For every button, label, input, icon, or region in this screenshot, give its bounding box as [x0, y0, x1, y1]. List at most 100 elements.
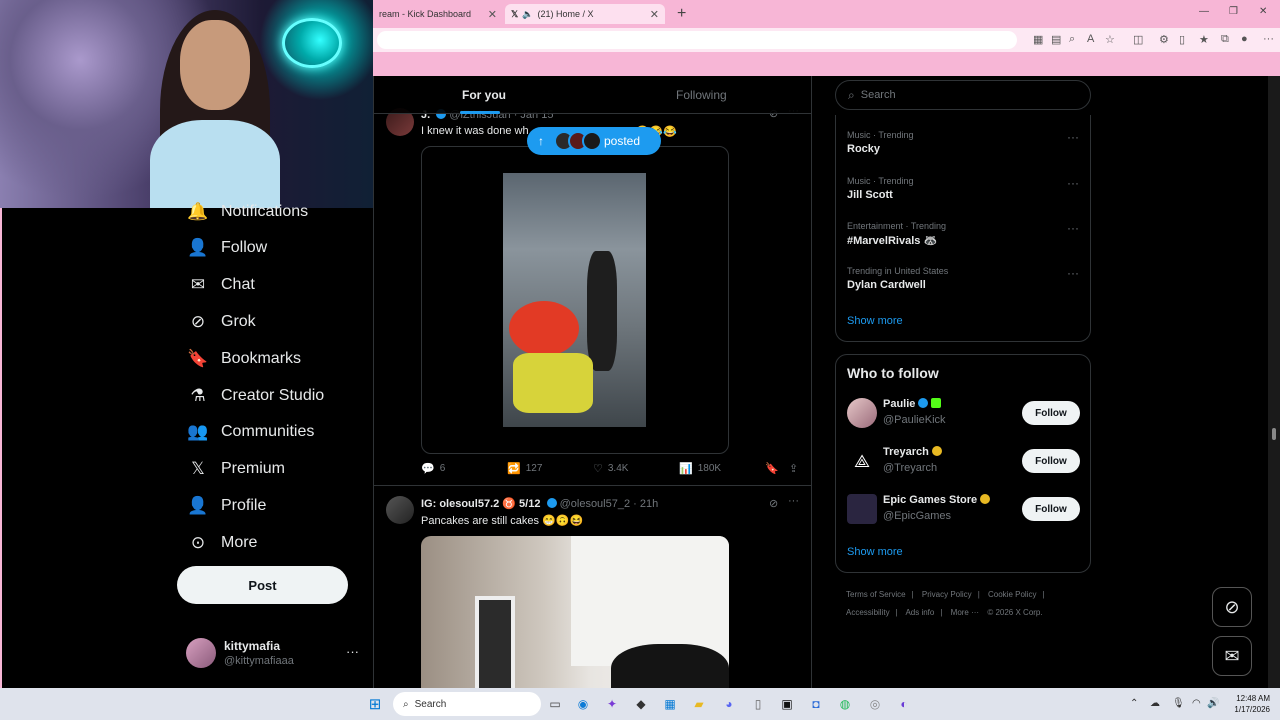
tweet-media[interactable] — [421, 536, 729, 688]
new-posts-pill[interactable]: ↑ posted — [527, 127, 661, 155]
footer-link-cookie[interactable]: Cookie Policy — [988, 590, 1036, 599]
messages-floating-button[interactable]: ✉ — [1212, 636, 1252, 676]
app-icon[interactable]: ◆ — [632, 695, 650, 713]
store-icon[interactable]: ▦ — [661, 695, 679, 713]
collections-icon[interactable]: ⧉ — [1221, 33, 1229, 46]
nav-item-grok[interactable]: ⊘ Grok — [187, 312, 256, 332]
new-tab-button[interactable]: + — [671, 4, 692, 24]
tab-x-home[interactable]: 𝕏 🔈 (21) Home / X ✕ — [505, 4, 665, 24]
trends-show-more-link[interactable]: Show more — [847, 315, 903, 327]
sidebar-icon[interactable]: ▯ — [1179, 33, 1185, 46]
trend-item[interactable]: Music · Trending Jill Scott ··· — [847, 176, 1087, 201]
nav-item-profile[interactable]: 👤 Profile — [187, 496, 266, 516]
suggestion-name[interactable]: Epic Games Store — [883, 494, 991, 506]
nav-item-bookmarks[interactable]: 🔖 Bookmarks — [187, 349, 301, 369]
follow-button[interactable]: Follow — [1022, 449, 1080, 473]
document-icon[interactable]: ▯ — [749, 695, 767, 713]
more-icon[interactable]: ··· — [1067, 221, 1079, 235]
speaker-icon[interactable]: 🔈 — [522, 9, 533, 20]
post-button[interactable]: Post — [177, 566, 348, 604]
app-icon[interactable]: ◘ — [807, 695, 825, 713]
nav-item-premium[interactable]: 𝕏 Premium — [187, 459, 285, 479]
favorites-icon[interactable]: ★ — [1199, 33, 1209, 46]
taskbar-search[interactable]: ⌕ Search — [393, 692, 541, 716]
footer-link-terms[interactable]: Terms of Service — [846, 590, 906, 599]
onedrive-icon[interactable]: ☁ — [1150, 698, 1160, 709]
file-explorer-icon[interactable]: ▰ — [690, 695, 708, 713]
search-input[interactable]: ⌕ Search — [835, 80, 1091, 110]
wifi-icon[interactable]: ◠ — [1192, 698, 1201, 709]
video-player[interactable] — [503, 173, 646, 427]
views-button[interactable]: 📊 180K — [679, 462, 721, 475]
reply-button[interactable]: 💬 6 — [421, 462, 445, 475]
suggestion-name[interactable]: Paulie — [883, 398, 942, 410]
app-icon[interactable]: ◎ — [866, 695, 884, 713]
scrollbar-thumb[interactable] — [1272, 428, 1276, 440]
share-button[interactable]: ⇪ — [789, 462, 803, 475]
taskbar-clock[interactable]: 12:48 AM 1/17/2026 — [1224, 693, 1270, 715]
footer-link-accessibility[interactable]: Accessibility — [846, 608, 890, 617]
volume-icon[interactable]: 🔊 — [1207, 698, 1219, 709]
follow-show-more-link[interactable]: Show more — [847, 546, 903, 558]
follow-suggestion[interactable]: Epic Games Store @EpicGames Follow — [847, 494, 1082, 526]
bookmark-button[interactable]: 🔖 — [765, 462, 784, 475]
app-icon[interactable]: ▣ — [778, 695, 796, 713]
author-handle[interactable]: @olesoul57_2 — [560, 498, 631, 510]
follow-suggestion[interactable]: ⟁ Treyarch @Treyarch Follow — [847, 446, 1082, 478]
more-icon[interactable]: ··· — [346, 644, 359, 659]
author-name[interactable]: IG: olesoul57.2 ♉ 5/12 — [421, 498, 540, 510]
close-icon[interactable]: ✕ — [650, 8, 659, 21]
follow-suggestion[interactable]: Paulie @PaulieKick Follow — [847, 398, 1082, 430]
restore-icon[interactable]: ❐ — [1229, 6, 1238, 17]
nav-item-creator-studio[interactable]: ⚗ Creator Studio — [187, 386, 324, 406]
zoom-icon[interactable]: ⌕ — [1069, 33, 1075, 46]
favorite-star-icon[interactable]: ☆ — [1105, 33, 1115, 46]
task-view-icon[interactable]: ▭ — [546, 695, 564, 713]
epic-games-logo-icon[interactable] — [847, 494, 877, 524]
minimize-icon[interactable]: — — [1199, 6, 1209, 17]
treyarch-logo-icon[interactable]: ⟁ — [847, 446, 877, 476]
tweet-media[interactable] — [421, 146, 729, 454]
like-button[interactable]: ♡ 3.4K — [593, 462, 628, 475]
footer-link-ads-info[interactable]: Ads info — [905, 608, 934, 617]
follow-button[interactable]: Follow — [1022, 497, 1080, 521]
more-icon[interactable]: ··· — [1067, 130, 1079, 144]
nav-item-more[interactable]: ⊙ More — [187, 533, 258, 553]
grok-floating-button[interactable]: ⊘ — [1212, 587, 1252, 627]
discord-icon[interactable]: ◕ — [720, 695, 738, 713]
chevron-up-icon[interactable]: ⌃ — [1130, 698, 1138, 709]
trend-item[interactable]: Entertainment · Trending #MarvelRivals 🦝… — [847, 221, 1087, 247]
close-window-icon[interactable]: ✕ — [1259, 6, 1267, 17]
suggestion-name[interactable]: Treyarch — [883, 446, 942, 458]
spotify-icon[interactable]: ◍ — [836, 695, 854, 713]
microphone-icon[interactable]: 🎙 — [1172, 698, 1185, 709]
nav-item-notifications[interactable]: 🔔 Notifications — [187, 202, 308, 222]
windows-start-icon[interactable]: ⊞ — [366, 695, 384, 713]
edge-browser-icon[interactable]: ◉ — [574, 695, 592, 713]
profile-icon[interactable]: ● — [1241, 33, 1248, 45]
more-icon[interactable]: ··· — [788, 495, 799, 507]
tab-following[interactable]: Following — [676, 88, 727, 102]
tab-for-you[interactable]: For you — [462, 88, 506, 102]
split-screen-icon[interactable]: ◫ — [1133, 33, 1143, 46]
avatar[interactable] — [386, 496, 414, 524]
reader-icon[interactable]: ▤ — [1051, 33, 1061, 46]
page-scrollbar[interactable] — [1268, 76, 1280, 688]
extensions-icon[interactable]: ⚙ — [1159, 33, 1169, 46]
follow-button[interactable]: Follow — [1022, 401, 1080, 425]
menu-icon[interactable]: ··· — [1263, 33, 1274, 45]
address-field[interactable] — [377, 31, 1017, 49]
trend-item[interactable]: Music · Trending Rocky ··· — [847, 130, 1087, 155]
app-icon[interactable]: ▦ — [1033, 33, 1043, 46]
avatar[interactable] — [847, 398, 877, 428]
more-icon[interactable]: ··· — [1067, 176, 1079, 190]
footer-link-more[interactable]: More ··· — [951, 608, 979, 617]
tweet[interactable]: J. @iZthisJuan · Jan 15 I knew it was do… — [374, 104, 811, 486]
more-icon[interactable]: ··· — [1067, 266, 1079, 280]
nav-item-follow[interactable]: 👤 Follow — [187, 238, 267, 258]
nav-item-communities[interactable]: 👥 Communities — [187, 422, 314, 442]
trend-item[interactable]: Trending in United States Dylan Cardwell… — [847, 266, 1087, 291]
repost-button[interactable]: 🔁 127 — [507, 462, 542, 475]
read-aloud-icon[interactable]: A — [1087, 33, 1094, 45]
app-icon[interactable]: ◐ — [895, 695, 913, 713]
